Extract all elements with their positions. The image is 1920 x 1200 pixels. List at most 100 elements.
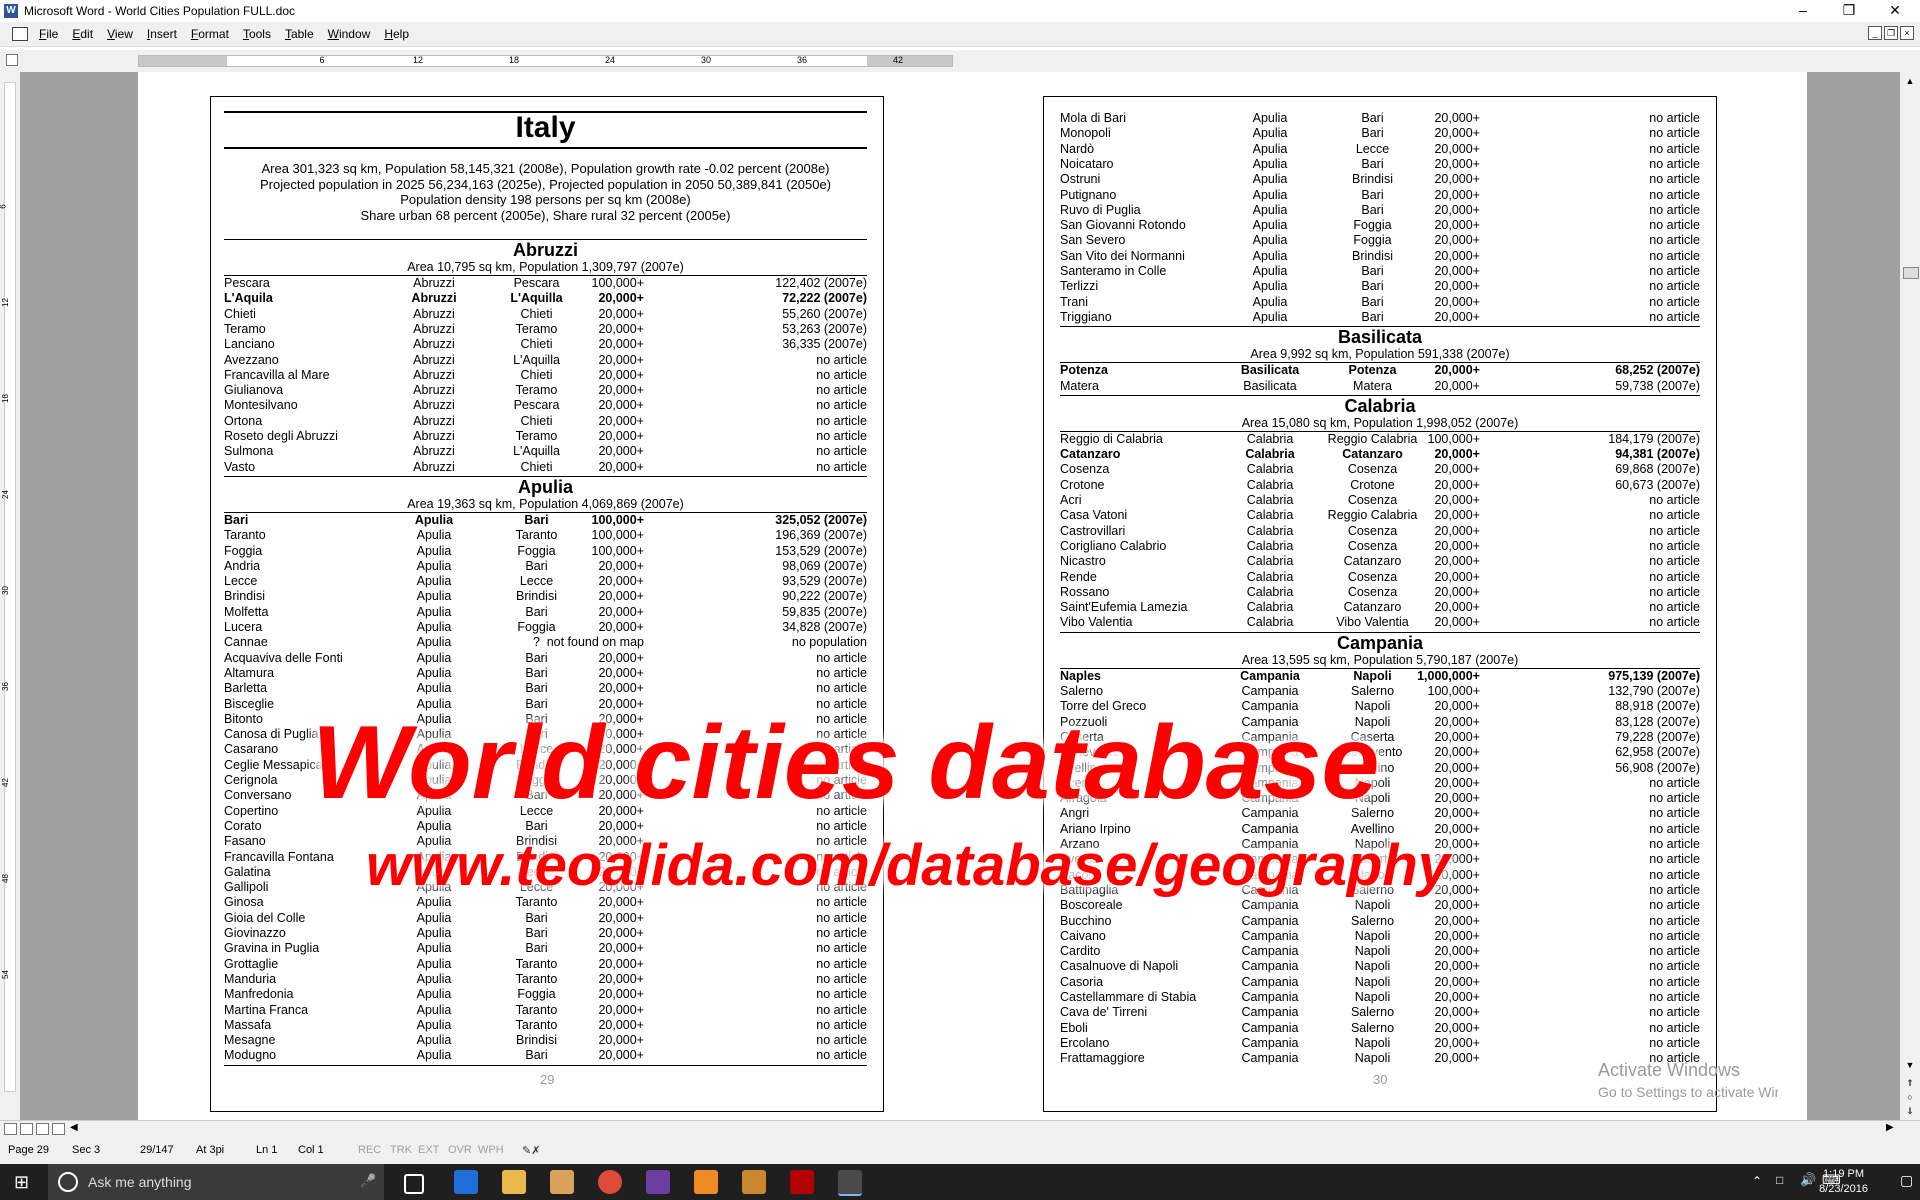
- cell-city: Mesagne: [224, 1033, 276, 1048]
- cell-city: Cannae: [224, 635, 268, 650]
- previous-page-icon[interactable]: ⇑: [1903, 1076, 1917, 1090]
- menu-help[interactable]: Help: [377, 27, 416, 41]
- scroll-thumb[interactable]: [1903, 267, 1919, 279]
- minimize-button[interactable]: –: [1780, 0, 1826, 22]
- horizontal-ruler[interactable]: 6 12 18 24 30 36 42: [0, 50, 1920, 72]
- spelling-status-icon[interactable]: ✎✗: [522, 1144, 540, 1157]
- restore-button[interactable]: ❐: [1826, 0, 1872, 22]
- cortana-search-box[interactable]: Ask me anything 🎤: [48, 1164, 384, 1200]
- table-row: Foggia Apulia Foggia 100,000+ 153,529 (2007e…: [224, 544, 867, 559]
- filezilla-icon[interactable]: [790, 1170, 814, 1194]
- microphone-icon[interactable]: 🎤: [360, 1173, 376, 1189]
- table-row: Triggiano Apulia Bari 20,000+ no article: [1060, 310, 1700, 325]
- table-row: Roseto degli Abruzzi Abruzzi Teramo 20,000+…: [224, 429, 867, 444]
- status-rec[interactable]: REC: [358, 1144, 381, 1156]
- yahoo-messenger-icon[interactable]: [646, 1170, 670, 1194]
- scroll-down-icon[interactable]: ▼: [1903, 1058, 1917, 1072]
- archive-icon[interactable]: [742, 1170, 766, 1194]
- table-row: Acri Calabria Cosenza 20,000+ no article: [1060, 493, 1700, 508]
- table-row: Ortona Abruzzi Chieti 20,000+ no article: [224, 414, 867, 429]
- cell-population: no article: [1649, 523, 1700, 538]
- show-hidden-icons[interactable]: ⌃: [1752, 1174, 1762, 1188]
- cell-class: 20,000+: [1434, 363, 1480, 378]
- cell-population: no article: [1649, 1005, 1700, 1020]
- vertical-scrollbar[interactable]: ▲ ▼ ⇑ ○ ⇓: [1900, 72, 1920, 1120]
- cell-class: 20,000+: [598, 681, 644, 696]
- word-taskbar-icon[interactable]: [838, 1170, 862, 1196]
- page-right[interactable]: Mola di Bari Apulia Bari 20,000+ no article M…: [971, 72, 1807, 1120]
- cell-population: no article: [1649, 554, 1700, 569]
- web-layout-view-icon[interactable]: [20, 1123, 33, 1135]
- cell-city: Bari: [224, 512, 249, 527]
- doc-restore-button[interactable]: ❐: [1884, 26, 1898, 40]
- cell-class: 20,000+: [1434, 309, 1480, 324]
- cell-population: no article: [1649, 1035, 1700, 1050]
- cell-city: Bisceglie: [224, 696, 275, 711]
- scroll-right-icon[interactable]: ▶: [1886, 1122, 1894, 1133]
- table-row: Crotone Calabria Crotone 20,000+ 60,673 (200…: [1060, 478, 1700, 493]
- cell-class: 20,000+: [598, 1048, 644, 1063]
- cell-class: 100,000+: [1427, 431, 1480, 446]
- status-ext[interactable]: EXT: [418, 1144, 439, 1156]
- task-view-icon[interactable]: [404, 1174, 424, 1194]
- cell-population: 88,918 (2007e): [1615, 699, 1700, 714]
- notifications-icon[interactable]: ▢: [1900, 1172, 1913, 1189]
- status-wph[interactable]: WPH: [478, 1144, 504, 1156]
- cell-city: Fasano: [224, 834, 266, 849]
- cell-class: 20,000+: [1434, 584, 1480, 599]
- clock-date: 8/23/2016: [1819, 1183, 1868, 1195]
- cell-city: Triggiano: [1060, 309, 1112, 324]
- print-layout-view-icon[interactable]: [36, 1123, 49, 1135]
- horizontal-scrollbar[interactable]: ◀ ▶: [0, 1120, 1920, 1139]
- cell-city: Manfredonia: [224, 987, 294, 1002]
- document-workspace[interactable]: Italy Area 301,323 sq km, Population 58,1…: [20, 72, 1900, 1120]
- cell-class: 20,000+: [1434, 172, 1480, 187]
- doc-close-button[interactable]: ×: [1900, 26, 1914, 40]
- media-player-icon[interactable]: [550, 1170, 574, 1194]
- ruler-number: 18: [0, 394, 10, 403]
- scroll-up-icon[interactable]: ▲: [1903, 74, 1917, 88]
- cell-class: 20,000+: [598, 558, 644, 573]
- menu-view[interactable]: View: [100, 27, 140, 41]
- menu-tools[interactable]: Tools: [236, 27, 278, 41]
- menu-insert[interactable]: Insert: [140, 27, 184, 41]
- app-orange-icon[interactable]: [694, 1170, 718, 1194]
- table-row: Caivano Campania Napoli 20,000+ no article: [1060, 929, 1700, 944]
- menu-format[interactable]: Format: [184, 27, 236, 41]
- windows-start-icon[interactable]: ⊞: [14, 1172, 29, 1193]
- cell-class: 100,000+: [591, 276, 644, 290]
- status-ovr[interactable]: OVR: [448, 1144, 472, 1156]
- doc-minimize-button[interactable]: _: [1868, 26, 1882, 40]
- status-trk[interactable]: TRK: [390, 1144, 412, 1156]
- normal-view-icon[interactable]: [4, 1123, 17, 1135]
- close-button[interactable]: ✕: [1872, 0, 1918, 22]
- network-icon[interactable]: □: [1776, 1173, 1783, 1187]
- select-browse-object-icon[interactable]: ○: [1903, 1090, 1917, 1104]
- tab-selector-icon[interactable]: [6, 54, 18, 66]
- cell-class: 20,000+: [1434, 928, 1480, 943]
- cell-city: San Giovanni Rotondo: [1060, 218, 1186, 233]
- page-left[interactable]: Italy Area 301,323 sq km, Population 58,1…: [138, 72, 976, 1120]
- cell-population: no article: [1649, 867, 1700, 882]
- cell-city: Acquaviva delle Fonti: [224, 650, 343, 665]
- cell-class: 100,000+: [1427, 684, 1480, 698]
- volume-icon[interactable]: 🔊: [1800, 1172, 1816, 1188]
- menu-edit[interactable]: Edit: [65, 27, 100, 41]
- menu-table[interactable]: Table: [278, 27, 321, 41]
- ruler-scale[interactable]: 6 12 18 24 30 36 42: [138, 55, 953, 67]
- clock[interactable]: 1:19 PM 8/23/2016: [1819, 1167, 1868, 1197]
- chrome-icon[interactable]: [598, 1170, 622, 1194]
- menu-file[interactable]: File: [32, 27, 65, 41]
- file-explorer-icon[interactable]: [502, 1170, 526, 1194]
- cell-city: Lanciano: [224, 337, 275, 352]
- cell-city: Taranto: [224, 528, 266, 543]
- document-icon[interactable]: [12, 27, 28, 41]
- outline-view-icon[interactable]: [52, 1123, 65, 1135]
- menu-window[interactable]: Window: [321, 27, 378, 41]
- edge-icon[interactable]: [454, 1170, 478, 1194]
- word-app-icon[interactable]: W: [4, 4, 18, 18]
- vertical-ruler[interactable]: 6 12 18 24 30 36 42 48 54: [0, 72, 21, 1120]
- cell-population: no article: [1649, 584, 1700, 599]
- next-page-icon[interactable]: ⇓: [1903, 1104, 1917, 1118]
- scroll-left-icon[interactable]: ◀: [70, 1122, 78, 1133]
